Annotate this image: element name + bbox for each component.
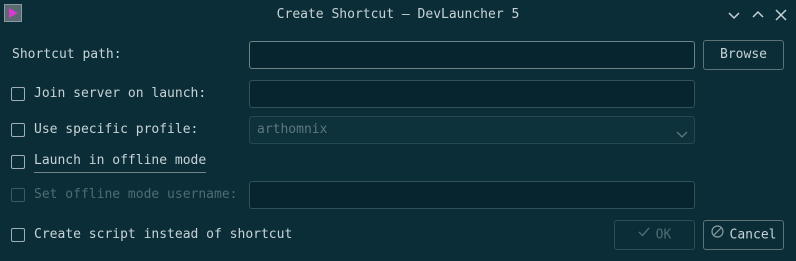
- chevron-up-icon[interactable]: [750, 7, 766, 23]
- chevron-down-icon[interactable]: [726, 7, 742, 23]
- browse-button[interactable]: Browse: [703, 40, 784, 70]
- ok-label: OK: [655, 227, 672, 243]
- specific-profile-label[interactable]: Use specific profile:: [34, 120, 198, 140]
- cancel-button[interactable]: Cancel: [703, 220, 784, 250]
- offline-mode-checkbox[interactable]: [11, 155, 25, 169]
- offline-username-checkbox: [11, 188, 25, 202]
- join-server-input[interactable]: [249, 80, 695, 108]
- cancel-label: Cancel: [729, 227, 777, 243]
- cancel-icon: [710, 221, 724, 249]
- join-server-label[interactable]: Join server on launch:: [34, 84, 206, 104]
- join-server-checkbox[interactable]: [11, 87, 25, 101]
- ok-button[interactable]: OK: [614, 220, 695, 250]
- offline-username-label: Set offline mode username:: [34, 187, 238, 202]
- window-title: Create Shortcut — DevLauncher 5: [276, 7, 520, 22]
- create-script-checkbox[interactable]: [11, 228, 25, 242]
- offline-username-input[interactable]: [249, 181, 695, 209]
- shortcut-path-input[interactable]: [249, 41, 695, 69]
- create-script-label[interactable]: Create script instead of shortcut: [34, 225, 292, 245]
- title-bar: Create Shortcut — DevLauncher 5: [0, 0, 796, 30]
- chevron-down-icon: [676, 124, 688, 150]
- shortcut-path-label: Shortcut path:: [12, 47, 122, 62]
- check-icon: [638, 221, 650, 249]
- profile-select-value: arthomnix: [257, 122, 328, 137]
- offline-mode-label[interactable]: Launch in offline mode: [34, 152, 207, 173]
- profile-select[interactable]: arthomnix: [249, 116, 695, 144]
- close-icon[interactable]: [773, 7, 789, 23]
- specific-profile-checkbox[interactable]: [11, 123, 25, 137]
